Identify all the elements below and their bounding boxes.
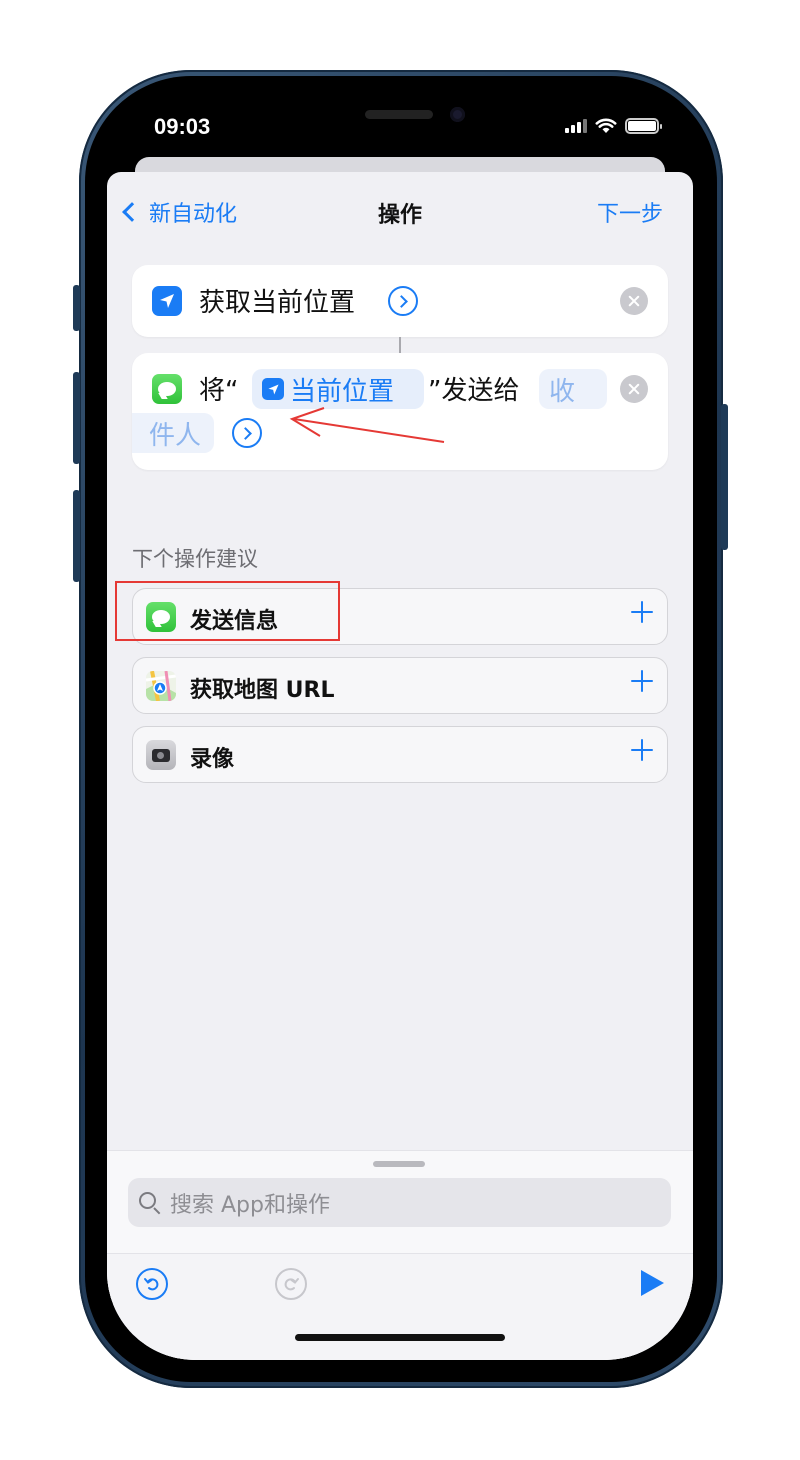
volume-up-button: [73, 372, 80, 464]
expand-chevron-button[interactable]: [388, 286, 418, 316]
search-icon: [139, 1191, 161, 1214]
wifi-icon: [595, 118, 617, 133]
expand-chevron-button[interactable]: [232, 418, 262, 448]
location-arrow-icon: [262, 378, 284, 400]
play-icon: [640, 1270, 664, 1296]
variable-token-current-location[interactable]: 当前位置: [252, 369, 424, 409]
action-middle-text: ”发送给: [428, 376, 520, 406]
panel-grabber[interactable]: [373, 1161, 425, 1167]
close-icon: [628, 295, 640, 307]
undo-icon: [144, 1278, 159, 1291]
cellular-signal-icon: [565, 119, 587, 133]
home-indicator[interactable]: [295, 1334, 505, 1341]
redo-button[interactable]: [275, 1268, 307, 1300]
plus-icon[interactable]: [631, 601, 653, 623]
messages-icon: [146, 602, 176, 632]
location-arrow-icon: [152, 286, 182, 316]
next-button[interactable]: 下一步: [597, 196, 663, 228]
volume-down-button: [73, 490, 80, 582]
search-input[interactable]: 搜索 App和操作: [128, 1178, 671, 1227]
plus-icon[interactable]: [631, 739, 653, 761]
suggestion-label: 发送信息: [190, 609, 279, 634]
editor-toolbar: [107, 1254, 693, 1360]
recipient-placeholder-line2[interactable]: 件人: [132, 413, 214, 453]
chevron-right-icon: [239, 426, 252, 440]
camera-icon: [146, 740, 176, 770]
action-connector: [399, 337, 401, 353]
suggestion-send-message[interactable]: 发送信息: [132, 588, 668, 645]
undo-button[interactable]: [136, 1268, 168, 1300]
messages-icon: [152, 374, 182, 404]
close-icon: [628, 383, 640, 395]
action-card-get-location[interactable]: 获取当前位置: [132, 265, 668, 337]
action-card-send-message[interactable]: 将“ 当前位置 ”发送给 收 件人: [132, 353, 668, 470]
action-title: 获取当前位置: [199, 288, 356, 318]
suggestion-record-video[interactable]: 录像: [132, 726, 668, 783]
status-icons: [565, 118, 662, 134]
search-placeholder: 搜索 App和操作: [170, 1192, 330, 1218]
remove-action-button[interactable]: [620, 287, 648, 315]
action-prefix-text: 将“: [199, 376, 239, 406]
suggestions-heading: 下个操作建议: [132, 547, 258, 571]
suggestion-get-map-url[interactable]: 获取地图 URL: [132, 657, 668, 714]
suggestion-label: 录像: [190, 747, 235, 772]
remove-action-button[interactable]: [620, 375, 648, 403]
battery-icon: [625, 118, 662, 134]
status-time: 09:03: [154, 114, 211, 139]
speaker-grille: [365, 110, 433, 119]
variable-token-label: 当前位置: [290, 376, 395, 407]
suggestion-label: 获取地图 URL: [190, 678, 335, 703]
maps-icon: [146, 671, 176, 701]
chevron-right-icon: [395, 294, 408, 308]
silent-switch: [73, 285, 80, 331]
front-camera: [450, 107, 465, 122]
recipient-placeholder-line1[interactable]: 收: [539, 369, 607, 409]
automation-sheet: 新自动化 操作 下一步 获取当前位置 将“ 当前位置 ”发送给 收 件人 下个操…: [107, 172, 693, 1360]
redo-icon: [284, 1278, 299, 1291]
power-button: [721, 404, 728, 550]
run-button[interactable]: [639, 1268, 665, 1298]
actions-search-panel: 搜索 App和操作: [107, 1150, 693, 1360]
plus-icon[interactable]: [631, 670, 653, 692]
nav-bar: 新自动化 操作 下一步: [107, 172, 693, 252]
screen: 09:03 新自动化 操作 下一步 获取当前位置 将“ 当前位置 ”发送给 收 …: [107, 98, 693, 1360]
